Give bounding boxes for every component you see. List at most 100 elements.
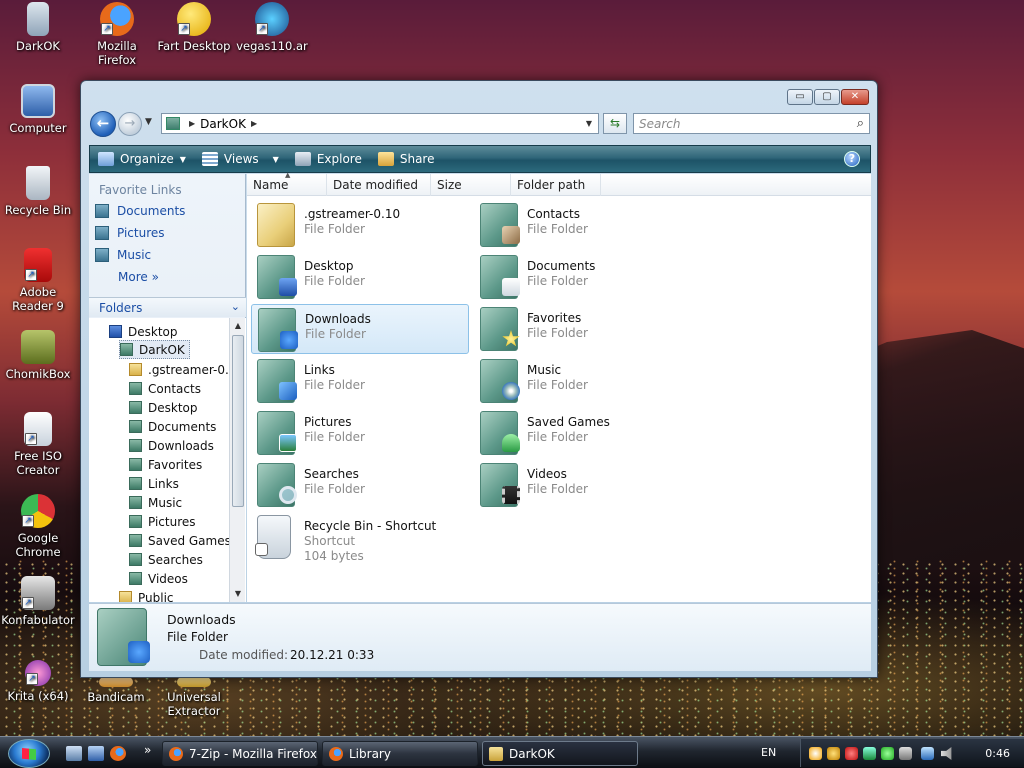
tray-m-icon[interactable] — [827, 747, 840, 760]
breadcrumb-chevron-icon[interactable]: ▶ — [189, 119, 195, 128]
back-button[interactable]: ← — [90, 111, 116, 137]
address-bar[interactable]: ▶ DarkOK ▶ ▼ — [161, 113, 599, 134]
tray-app-icon[interactable] — [809, 747, 822, 760]
file-item-videos[interactable]: Videos File Folder — [474, 460, 692, 510]
desktop-icon-computer[interactable]: Computer — [0, 84, 76, 135]
computer-icon — [21, 84, 55, 118]
desktop-icon-vegas[interactable]: ↗ vegas110.ar — [234, 2, 310, 53]
forward-button[interactable]: → — [118, 112, 142, 136]
tree-item-searches[interactable]: Searches — [129, 550, 203, 569]
search-icon[interactable]: ⌕ — [857, 116, 864, 131]
taskbar-button-firefox[interactable]: 7-Zip - Mozilla Firefox — [162, 741, 318, 766]
tree-item-gstreamer[interactable]: .gstreamer-0.10 — [129, 360, 244, 379]
search-input[interactable]: Search ⌕ — [633, 113, 870, 134]
taskbar-button-darkok[interactable]: DarkOK — [482, 741, 638, 766]
clock[interactable]: 0:46 — [985, 747, 1010, 760]
explore-button[interactable]: Explore — [287, 146, 370, 172]
fav-link-music[interactable]: Music — [89, 244, 245, 266]
refresh-button[interactable]: ⇆ — [603, 113, 627, 134]
folders-header[interactable]: Folders ⌄ — [89, 297, 246, 317]
close-button[interactable]: ✕ — [841, 89, 869, 105]
file-item-saved-games[interactable]: Saved Games File Folder — [474, 408, 692, 458]
taskbar-button-library[interactable]: Library — [322, 741, 478, 766]
desktop-icon-bandicam[interactable]: Bandicam — [78, 677, 154, 704]
switch-windows-icon[interactable] — [88, 746, 104, 761]
start-button[interactable] — [8, 739, 50, 768]
maximize-button[interactable]: ▢ — [814, 89, 840, 105]
desktop-icon-krita[interactable]: ↗ Krita (x64) — [0, 660, 76, 703]
column-folder-path[interactable]: Folder path — [511, 174, 601, 196]
tree-item-favorites[interactable]: Favorites — [129, 455, 202, 474]
desktop-icon-darkok[interactable]: DarkOK — [0, 2, 76, 53]
column-name[interactable]: Name — [247, 174, 327, 196]
iso-creator-icon: ↗ — [24, 412, 52, 446]
file-item-music[interactable]: Music File Folder — [474, 356, 692, 406]
tray-settings-icon[interactable] — [899, 747, 912, 760]
chrome-icon: ↗ — [21, 494, 55, 528]
tree-item-links[interactable]: Links — [129, 474, 179, 493]
tree-item-desktop-folder[interactable]: Desktop — [129, 398, 198, 417]
tree-item-music[interactable]: Music — [129, 493, 182, 512]
fav-link-pictures[interactable]: Pictures — [89, 222, 245, 244]
file-item-documents[interactable]: Documents File Folder — [474, 252, 692, 302]
desktop-icon-chomikbox[interactable]: ChomikBox — [0, 330, 76, 381]
tree-item-documents[interactable]: Documents — [129, 417, 216, 436]
fav-link-documents[interactable]: Documents — [89, 200, 245, 222]
desktop-icon-adobe-reader[interactable]: ↗ Adobe Reader 9 — [0, 248, 76, 313]
desktop-folder-icon — [129, 401, 142, 414]
tree-scrollbar[interactable]: ▲ ▼ — [229, 318, 245, 602]
file-item-recycle-bin-shortcut[interactable]: Recycle Bin - Shortcut Shortcut 104 byte… — [251, 512, 469, 564]
file-item-desktop[interactable]: Desktop File Folder — [251, 252, 469, 302]
breadcrumb-chevron-icon[interactable]: ▶ — [251, 119, 257, 128]
firefox-quicklaunch-icon[interactable] — [110, 746, 126, 761]
tree-item-darkok[interactable]: DarkOK — [119, 340, 190, 359]
file-item-pictures[interactable]: Pictures File Folder — [251, 408, 469, 458]
scroll-down-icon[interactable]: ▼ — [230, 586, 246, 602]
tray-network-users-icon[interactable] — [863, 747, 876, 760]
folder-zip-icon — [27, 2, 49, 36]
views-button[interactable]: Views ▼ — [194, 146, 287, 172]
desktop-folder-icon — [257, 255, 297, 299]
language-indicator[interactable]: EN — [761, 746, 776, 759]
column-date-modified[interactable]: Date modified — [327, 174, 431, 196]
tree-item-pictures[interactable]: Pictures — [129, 512, 196, 531]
tree-item-downloads[interactable]: Downloads — [129, 436, 214, 455]
windows-logo-icon — [22, 748, 36, 760]
desktop-icon-chrome[interactable]: ↗ Google Chrome — [0, 494, 76, 559]
desktop-icon-universal-extractor[interactable]: Universal Extractor — [156, 677, 232, 718]
show-desktop-icon[interactable] — [66, 746, 82, 761]
file-item-contacts[interactable]: Contacts File Folder — [474, 200, 692, 250]
help-icon[interactable]: ? — [844, 151, 860, 167]
column-size[interactable]: Size — [431, 174, 511, 196]
desktop-icon-recycle-bin[interactable]: Recycle Bin — [0, 166, 76, 217]
share-button[interactable]: Share — [370, 146, 443, 172]
address-dropdown-icon[interactable]: ▼ — [586, 119, 592, 128]
tree-item-contacts[interactable]: Contacts — [129, 379, 201, 398]
breadcrumb-darkok[interactable]: DarkOK — [200, 117, 246, 131]
quicklaunch-more-icon[interactable]: » — [144, 743, 151, 757]
desktop-icon-konfabulator[interactable]: ↗ Konfabulator — [0, 576, 76, 627]
scroll-thumb[interactable] — [232, 335, 244, 507]
organize-button[interactable]: Organize ▼ — [90, 146, 194, 172]
file-item-favorites[interactable]: Favorites File Folder — [474, 304, 692, 354]
desktop-icon-free-iso-creator[interactable]: ↗ Free ISO Creator — [0, 412, 76, 477]
volume-icon[interactable] — [941, 747, 952, 760]
tree-item-public[interactable]: Public — [119, 588, 174, 602]
details-name: Downloads — [167, 612, 236, 627]
scroll-up-icon[interactable]: ▲ — [230, 318, 246, 334]
tray-network-icon[interactable] — [921, 747, 934, 760]
minimize-button[interactable]: ▭ — [787, 89, 813, 105]
history-dropdown-icon[interactable]: ▼ — [145, 117, 152, 127]
desktop-icon-fart-desktop[interactable]: ↗ Fart Desktop — [156, 2, 232, 53]
tray-user-icon[interactable] — [881, 747, 894, 760]
tree-item-desktop[interactable]: Desktop — [109, 322, 178, 341]
file-item-links[interactable]: Links File Folder — [251, 356, 469, 406]
fav-links-more[interactable]: More » — [89, 266, 245, 288]
desktop-icon-firefox[interactable]: ↗ Mozilla Firefox — [79, 2, 155, 67]
file-item-searches[interactable]: Searches File Folder — [251, 460, 469, 510]
file-item-downloads[interactable]: Downloads File Folder — [251, 304, 469, 354]
tree-item-saved-games[interactable]: Saved Games — [129, 531, 231, 550]
file-item-gstreamer[interactable]: .gstreamer-0.10 File Folder — [251, 200, 469, 250]
tray-block-icon[interactable] — [845, 747, 858, 760]
tree-item-videos[interactable]: Videos — [129, 569, 188, 588]
